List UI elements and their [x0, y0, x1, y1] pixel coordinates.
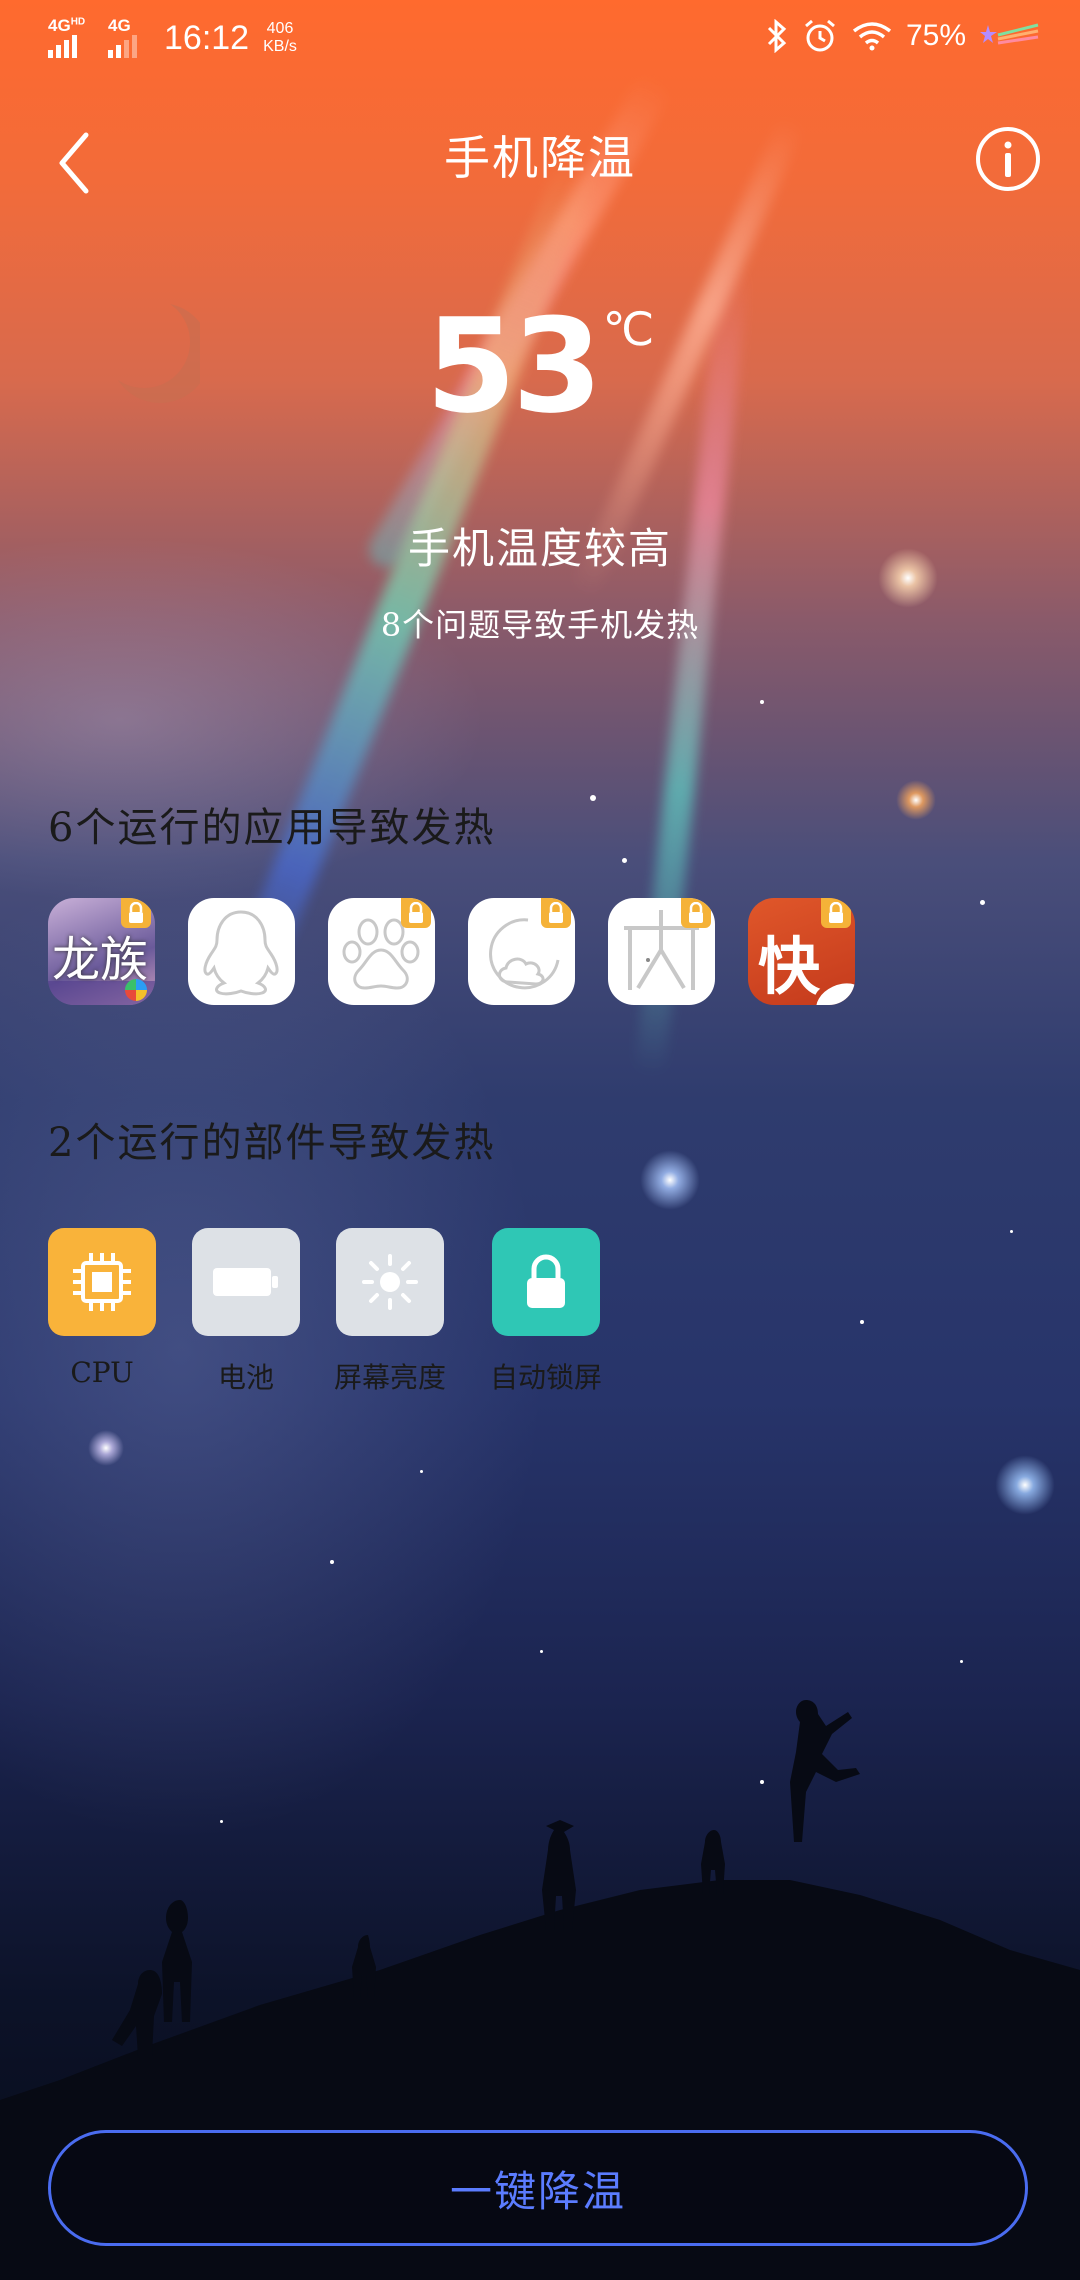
star: [960, 1660, 963, 1663]
aurora-beam: [224, 151, 603, 1003]
app-item-game[interactable]: 龙族: [48, 898, 155, 1005]
status-subline: 8个问题导致手机发热: [380, 606, 700, 644]
component-autolock[interactable]: 自动锁屏: [490, 1228, 602, 1396]
temperature-display: 53℃: [0, 290, 1080, 442]
star: [622, 858, 627, 863]
lock-badge-icon: [401, 898, 431, 928]
star: [540, 1650, 543, 1653]
app-item-qq[interactable]: [188, 898, 295, 1005]
lock-badge-icon: [121, 898, 151, 928]
temperature-unit: ℃: [602, 302, 655, 356]
component-label: 自动锁屏: [489, 1361, 602, 1394]
lock-badge-icon: [681, 898, 711, 928]
cpu-icon: [73, 1253, 131, 1311]
status-headline: 手机温度较高: [407, 524, 672, 573]
page-title: 手机降温: [444, 131, 636, 185]
star: [980, 900, 985, 905]
star-glow: [88, 1430, 124, 1466]
app-item-cloud[interactable]: [468, 898, 575, 1005]
status-time: 16:12: [164, 18, 250, 57]
app-list: 龙族 快: [48, 898, 855, 1005]
battery-icon: [213, 1268, 278, 1296]
star: [330, 1560, 334, 1564]
component-brightness[interactable]: 屏幕亮度: [334, 1228, 446, 1396]
qq-penguin-icon: [203, 910, 279, 996]
component-label: CPU: [70, 1356, 134, 1389]
kuai-app-icon: 快: [758, 930, 821, 1003]
alarm-icon: [802, 18, 838, 54]
lock-badge-icon: [541, 898, 571, 928]
star: [760, 700, 764, 704]
app-item-kuai[interactable]: 快: [748, 898, 855, 1005]
brightness-icon: [362, 1254, 418, 1310]
component-list: CPU 电池 屏幕亮度 自动锁屏: [48, 1228, 636, 1396]
bluetooth-icon: [766, 19, 788, 53]
cool-down-button[interactable]: 一键降温: [48, 2130, 1028, 2246]
component-label: 屏幕亮度: [333, 1361, 446, 1394]
lock-badge-icon: [821, 898, 851, 928]
component-battery[interactable]: 电池: [192, 1228, 300, 1396]
star-glow: [640, 1150, 700, 1210]
signal-icon: 4G: [108, 16, 142, 58]
network-speed: 406 KB/s: [263, 20, 297, 55]
apps-section-title: 6个运行的应用导致发热: [48, 805, 496, 851]
signal-icon: 4GHD: [48, 16, 94, 58]
screen: 4GHD 4G 16:12 406 KB/s 75% 手机降温 53℃ 手机温度…: [0, 0, 1080, 2280]
components-section-title: 2个运行的部件导致发热: [48, 1120, 496, 1166]
info-button[interactable]: [974, 125, 1042, 193]
battery-percent: 75%: [905, 19, 966, 52]
star: [860, 1320, 864, 1324]
temperature-value: 53: [425, 290, 603, 442]
app-item-quark[interactable]: [608, 898, 715, 1005]
star-glow: [995, 1455, 1055, 1515]
battery-star-icon: [980, 21, 1040, 51]
lock-icon: [527, 1254, 565, 1308]
star: [420, 1470, 423, 1473]
star: [1010, 1230, 1013, 1233]
info-icon: [976, 127, 1040, 191]
app-item-baidu[interactable]: [328, 898, 435, 1005]
component-label: 电池: [217, 1361, 274, 1394]
component-cpu[interactable]: CPU: [48, 1228, 156, 1396]
wifi-icon: [852, 21, 892, 51]
star: [590, 795, 596, 801]
status-bar: 4GHD 4G 16:12 406 KB/s 75%: [0, 0, 1080, 80]
star-glow: [896, 780, 936, 820]
